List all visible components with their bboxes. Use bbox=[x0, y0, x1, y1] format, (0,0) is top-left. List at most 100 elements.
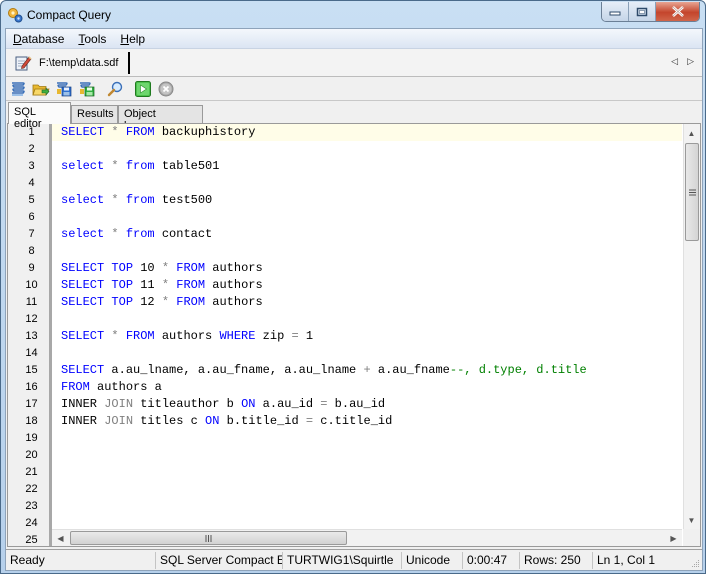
code-line[interactable]: SELECT a.au_lname, a.au_fname, a.au_lnam… bbox=[52, 362, 682, 379]
play-icon bbox=[135, 80, 151, 97]
sql-operator: = bbox=[291, 329, 299, 343]
tab-navigation: ◁ ▷ bbox=[671, 56, 694, 67]
new-query-button[interactable] bbox=[9, 80, 27, 98]
sql-keyword: SELECT bbox=[61, 261, 105, 275]
line-number: 12 bbox=[25, 313, 38, 325]
save-as-button[interactable] bbox=[78, 80, 96, 98]
sql-keyword: FROM bbox=[176, 295, 206, 309]
sql-keyword: from bbox=[125, 227, 155, 241]
code-line[interactable] bbox=[52, 447, 682, 464]
save-button[interactable] bbox=[55, 80, 73, 98]
code-line[interactable]: SELECT TOP 11 * FROM authors bbox=[52, 277, 682, 294]
code-line[interactable] bbox=[52, 175, 682, 192]
horizontal-scroll-thumb[interactable] bbox=[70, 531, 347, 545]
sql-text: authors bbox=[205, 278, 263, 292]
menu-accel: H bbox=[120, 31, 130, 46]
menu-label: atabase bbox=[21, 31, 65, 46]
code-line[interactable]: INNER JOIN titles c ON b.title_id = c.ti… bbox=[52, 413, 682, 430]
code-line[interactable] bbox=[52, 209, 682, 226]
code-line[interactable] bbox=[52, 345, 682, 362]
scroll-up-arrow[interactable]: ▲ bbox=[684, 125, 699, 141]
title-bar[interactable]: Compact Query bbox=[1, 1, 705, 28]
open-button[interactable] bbox=[32, 80, 50, 98]
scroll-right-arrow[interactable]: ▶ bbox=[666, 530, 681, 546]
menu-database[interactable]: Database bbox=[6, 32, 71, 46]
menu-bar: Database Tools Help bbox=[6, 29, 702, 49]
menu-tools[interactable]: Tools bbox=[71, 32, 113, 46]
stop-button[interactable] bbox=[157, 80, 175, 98]
sql-operator: * bbox=[161, 278, 170, 292]
vertical-scrollbar[interactable]: ▲ ▼ bbox=[683, 124, 700, 529]
resize-grip-icon[interactable] bbox=[690, 558, 700, 568]
code-line[interactable] bbox=[52, 311, 682, 328]
code-line[interactable]: select * from contact bbox=[52, 226, 682, 243]
code-line[interactable]: SELECT TOP 10 * FROM authors bbox=[52, 260, 682, 277]
sql-text: 1 bbox=[298, 329, 314, 343]
minimize-button[interactable] bbox=[602, 2, 629, 21]
code-line[interactable]: FROM authors a bbox=[52, 379, 682, 396]
line-number: 18 bbox=[25, 415, 38, 427]
tab-object-browser[interactable]: Object browser bbox=[118, 105, 203, 132]
code-line[interactable]: SELECT * FROM backuphistory bbox=[52, 124, 682, 141]
code-line[interactable] bbox=[52, 498, 682, 515]
user: TURTWIG1\Squirtle bbox=[283, 551, 402, 569]
sql-text: contact bbox=[154, 227, 213, 241]
code-line[interactable] bbox=[52, 481, 682, 498]
find-button[interactable] bbox=[106, 80, 124, 98]
toolbar bbox=[6, 77, 702, 101]
code-line[interactable] bbox=[52, 243, 682, 260]
sql-text: test500 bbox=[154, 193, 213, 207]
document-tab[interactable]: F:\temp\data.sdf bbox=[14, 52, 131, 74]
menu-label: ools bbox=[84, 31, 107, 46]
sql-text: INNER bbox=[61, 414, 105, 428]
execute-button[interactable] bbox=[134, 80, 152, 98]
vertical-scroll-thumb[interactable] bbox=[685, 143, 699, 241]
sql-keyword: select bbox=[61, 193, 105, 207]
status-bar: Ready SQL Server Compact Edition TURTWIG… bbox=[6, 549, 702, 570]
search-icon bbox=[107, 81, 123, 96]
horizontal-scrollbar[interactable]: ◀ ▶ bbox=[52, 529, 682, 546]
line-number: 3 bbox=[28, 160, 35, 172]
sql-keyword: from bbox=[125, 193, 155, 207]
tab-results[interactable]: Results bbox=[71, 105, 118, 124]
sql-editor: 1 2 3 4 5 6 7 8 9 10 11 12 13 14 15 16 17 18 19 20 21 22 23 24 2… bbox=[7, 123, 701, 547]
sql-operator: * bbox=[161, 261, 170, 275]
code-area[interactable]: SELECT * FROM backuphistory select * fro… bbox=[52, 124, 682, 529]
code-line[interactable] bbox=[52, 464, 682, 481]
line-number: 20 bbox=[25, 449, 38, 461]
code-line[interactable]: SELECT TOP 12 * FROM authors bbox=[52, 294, 682, 311]
scroll-down-arrow[interactable]: ▼ bbox=[684, 512, 699, 528]
code-line[interactable] bbox=[52, 430, 682, 447]
tab-sql-editor[interactable]: SQL editor bbox=[8, 102, 71, 130]
row-count: Rows: 250 bbox=[520, 551, 593, 569]
scroll-left-arrow[interactable]: ◀ bbox=[53, 530, 68, 546]
server-type: SQL Server Compact Edition bbox=[156, 551, 283, 569]
code-line[interactable] bbox=[52, 141, 682, 158]
code-line[interactable]: select * from table501 bbox=[52, 158, 682, 175]
code-line[interactable] bbox=[52, 515, 682, 529]
sql-keyword: TOP bbox=[111, 261, 134, 275]
sql-text: authors bbox=[205, 295, 263, 309]
code-line[interactable]: select * from test500 bbox=[52, 192, 682, 209]
menu-accel: D bbox=[13, 31, 22, 46]
tab-prev-button[interactable]: ◁ bbox=[671, 56, 678, 67]
new-script-icon bbox=[12, 81, 25, 96]
close-button[interactable] bbox=[656, 2, 699, 21]
menu-help[interactable]: Help bbox=[113, 32, 152, 46]
sql-text: a.au_fname bbox=[370, 363, 450, 377]
sql-text: b.title_id bbox=[219, 414, 306, 428]
encoding: Unicode bbox=[402, 551, 463, 569]
scrollbar-corner bbox=[683, 529, 700, 546]
sql-text: a.au_lname, a.au_fname, a.au_lname bbox=[104, 363, 364, 377]
code-line[interactable]: SELECT * FROM authors WHERE zip = 1 bbox=[52, 328, 682, 345]
line-number: 4 bbox=[28, 177, 35, 189]
code-line[interactable]: INNER JOIN titleauthor b ON a.au_id = b.… bbox=[52, 396, 682, 413]
line-number: 15 bbox=[25, 364, 38, 376]
menu-label: elp bbox=[129, 31, 146, 46]
save-icon bbox=[57, 81, 72, 96]
maximize-button[interactable] bbox=[629, 2, 656, 21]
tab-next-button[interactable]: ▷ bbox=[687, 56, 694, 67]
client-area: Database Tools Help F:\temp\data.sdf ◁ ▷ bbox=[5, 28, 703, 571]
line-number: 2 bbox=[28, 143, 35, 155]
